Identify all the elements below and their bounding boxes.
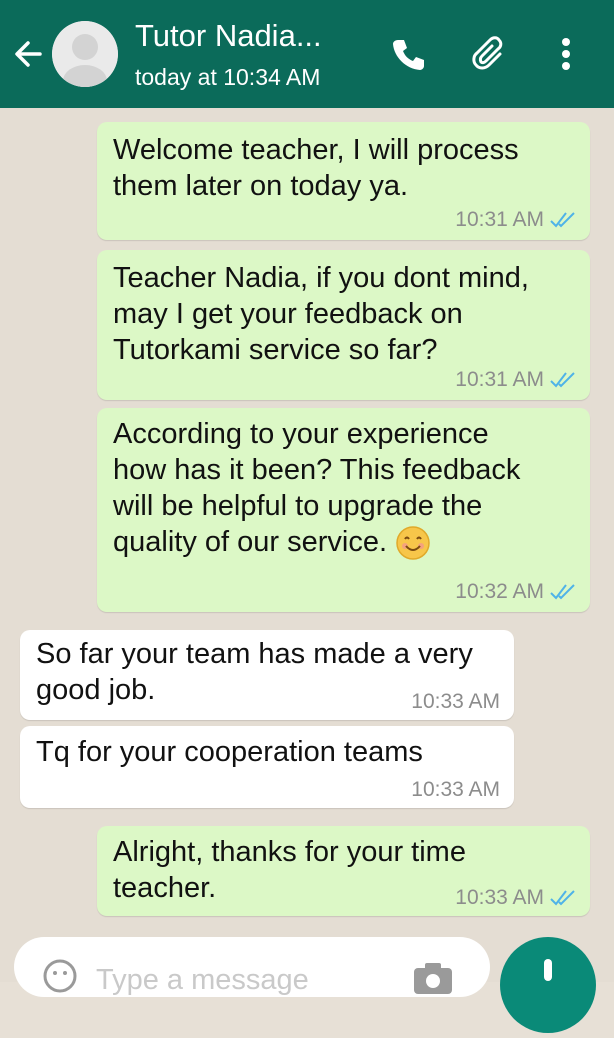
double-check-icon [550, 890, 575, 906]
incoming-message[interactable]: Tq for your cooperation teams 10:33 AM [20, 726, 514, 808]
message-meta: 10:31 AM [455, 368, 576, 392]
message-time: 10:31 AM [455, 208, 544, 231]
message-time: 10:31 AM [455, 368, 544, 391]
default-avatar-icon [52, 21, 118, 87]
message-text: Welcome teacher, I will process them lat… [113, 134, 519, 202]
message-text: Alright, thanks for your time teacher. [113, 836, 466, 904]
mic-button[interactable] [500, 937, 596, 1033]
mic-icon [544, 959, 552, 981]
message-time: 10:33 AM [411, 690, 500, 713]
message-time: 10:33 AM [455, 886, 544, 909]
message-text: According to your experience how has it … [113, 416, 520, 561]
message-meta: 10:32 AM [455, 580, 576, 604]
message-input[interactable]: Type a message [96, 964, 309, 997]
message-text-body: According to your experience how has it … [113, 418, 521, 558]
message-meta: 10:31 AM [455, 208, 576, 232]
outgoing-message[interactable]: Welcome teacher, I will process them lat… [97, 122, 590, 240]
chat-area[interactable]: Welcome teacher, I will process them lat… [0, 108, 614, 982]
double-check-icon [550, 212, 575, 228]
avatar[interactable] [52, 21, 118, 87]
phone-icon[interactable] [388, 34, 428, 74]
message-meta: 10:33 AM [455, 886, 576, 910]
outgoing-message[interactable]: Alright, thanks for your time teacher. 1… [97, 826, 590, 916]
chat-header: Tutor Nadia... today at 10:34 AM [0, 0, 614, 108]
outgoing-message[interactable]: According to your experience how has it … [97, 408, 590, 612]
message-text: So far your team has made a very good jo… [36, 638, 473, 706]
camera-icon[interactable] [412, 962, 454, 996]
message-text: Teacher Nadia, if you dont mind, may I g… [113, 262, 529, 366]
contact-name[interactable]: Tutor Nadia... [135, 18, 322, 54]
emoji-icon[interactable] [42, 958, 78, 994]
paperclip-icon[interactable] [470, 34, 510, 74]
more-vert-icon[interactable] [552, 34, 580, 74]
back-arrow-icon[interactable] [10, 36, 46, 72]
message-time: 10:32 AM [455, 580, 544, 603]
smiling-face-icon [396, 526, 430, 561]
outgoing-message[interactable]: Teacher Nadia, if you dont mind, may I g… [97, 250, 590, 400]
double-check-icon [550, 372, 575, 388]
incoming-message[interactable]: So far your team has made a very good jo… [20, 630, 514, 720]
last-seen-status: today at 10:34 AM [135, 64, 321, 90]
double-check-icon [550, 584, 575, 600]
message-time: 10:33 AM [411, 778, 500, 801]
message-text: Tq for your cooperation teams [36, 736, 423, 768]
